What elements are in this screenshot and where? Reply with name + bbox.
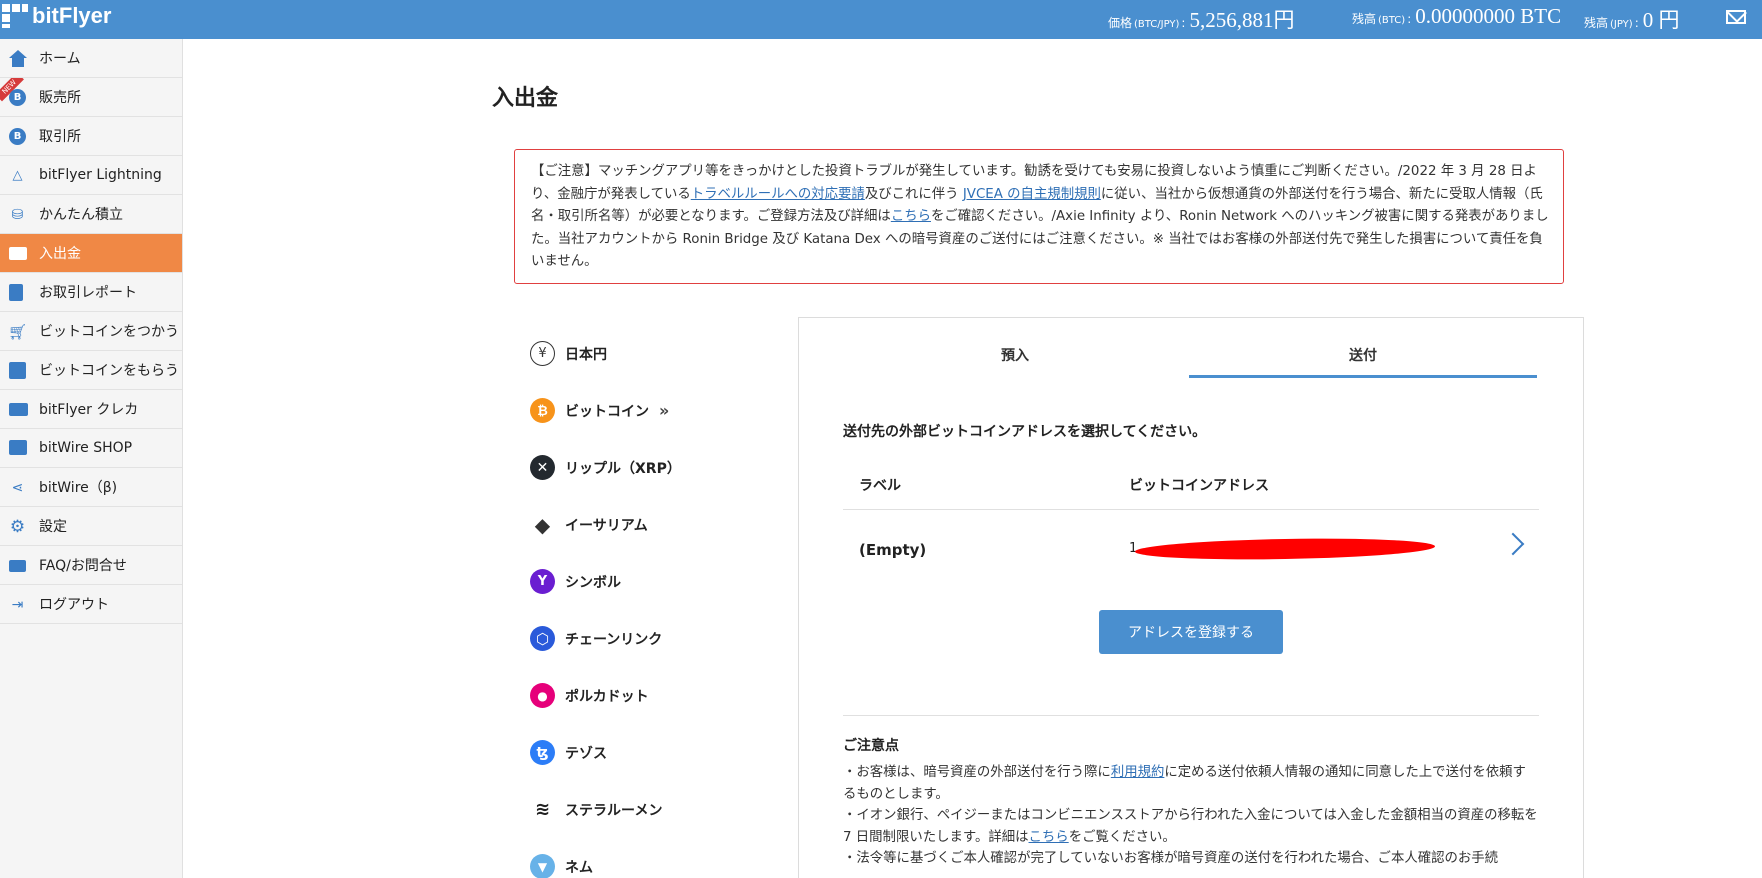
sidebar-item-bitwire[interactable]: ⋖ bitWire（β): [0, 468, 182, 507]
sidebar: ホーム NEW B 販売所 B 取引所 △ bitFlyer Lightning…: [0, 39, 183, 878]
currency-list: ¥ 日本円 ₿ ビットコイン » ✕ リップル（XRP） ◆ イーサリアム Y …: [530, 325, 770, 878]
polkadot-icon: ●: [530, 683, 555, 708]
sidebar-item-report[interactable]: お取引レポート: [0, 273, 182, 312]
lightning-icon: △: [12, 168, 23, 183]
currency-xrp[interactable]: ✕ リップル（XRP）: [530, 439, 770, 496]
tezos-icon: ꜩ: [530, 740, 555, 765]
terms-link[interactable]: 利用規約: [1111, 765, 1165, 780]
address-table-header: ラベル ビットコインアドレス: [843, 458, 1539, 510]
details-link[interactable]: こちら: [891, 209, 931, 224]
note-item: ・イオン銀行、ペイジーまたはコンビニエンスストアから行われた入金については入金し…: [843, 808, 1538, 845]
sidebar-item-lightning[interactable]: △ bitFlyer Lightning: [0, 156, 182, 195]
redaction-mark: [1134, 536, 1436, 562]
register-address-button[interactable]: アドレスを登録する: [1099, 610, 1283, 654]
share-icon: ⋖: [11, 479, 24, 496]
table-row[interactable]: (Empty) 1: [843, 510, 1539, 590]
price-value: 5,256,881円: [1189, 8, 1295, 32]
currency-dot[interactable]: ● ポルカドット: [530, 667, 770, 724]
sidebar-item-use-bitcoin[interactable]: 🛒︎ ビットコインをつかう: [0, 312, 182, 351]
note-item: ・お客様は、暗号資産の外部送付を行う際に利用規約に定める送付依頼人情報の通知に同…: [843, 765, 1526, 802]
gear-icon: ⚙: [9, 516, 26, 537]
chevron-double-right-icon: »: [659, 401, 669, 420]
notes-title: ご注意点: [843, 738, 899, 754]
currency-btc[interactable]: ₿ ビットコイン »: [530, 382, 770, 439]
tab-deposit[interactable]: 預入: [841, 332, 1189, 378]
row-label: (Empty): [859, 541, 927, 559]
sidebar-item-home[interactable]: ホーム: [0, 39, 182, 78]
currency-xem[interactable]: ▼ ネム: [530, 838, 770, 878]
bitcoin-icon: B: [9, 89, 26, 106]
card-icon: [9, 403, 28, 416]
page-title: 入出金: [492, 86, 559, 111]
sidebar-item-sales[interactable]: NEW B 販売所: [0, 78, 182, 117]
xrp-icon: ✕: [530, 455, 555, 480]
travel-rule-link[interactable]: トラベルルールへの対応要請: [691, 187, 865, 202]
mail-icon: [9, 560, 26, 572]
currency-xlm[interactable]: ≋ ステラルーメン: [530, 781, 770, 838]
chainlink-icon: ⬡: [530, 626, 555, 651]
sidebar-item-deposit-withdraw[interactable]: 入出金: [0, 234, 182, 273]
sidebar-item-get-bitcoin[interactable]: ビットコインをもらう: [0, 351, 182, 390]
yen-icon: ¥: [530, 341, 555, 366]
notice-box: 【ご注意】マッチングアプリ等をきっかけとした投資トラブルが発生しています。勧誘を…: [514, 149, 1564, 284]
stellar-icon: ≋: [530, 797, 555, 822]
sidebar-item-accumulate[interactable]: ⛁ かんたん積立: [0, 195, 182, 234]
price-display: 価格 (BTC/JPY) : 5,256,881円: [1108, 4, 1294, 34]
jvcea-rule-link[interactable]: JVCEA の自主規制規則: [963, 187, 1101, 202]
jpy-balance: 残高 (JPY) : 0 円: [1584, 4, 1679, 34]
notes-list: ・お客様は、暗号資産の外部送付を行う際に利用規約に定める送付依頼人情報の通知に同…: [843, 762, 1539, 870]
chevron-right-icon[interactable]: [1501, 532, 1525, 556]
wallet-icon: [9, 247, 27, 260]
currency-jpy[interactable]: ¥ 日本円: [530, 325, 770, 382]
shop-icon: [9, 440, 27, 455]
logo-icon: [2, 4, 28, 28]
sidebar-item-settings[interactable]: ⚙ 設定: [0, 507, 182, 546]
sidebar-item-faq[interactable]: FAQ/お問合せ: [0, 546, 182, 585]
brand-logo[interactable]: bitFlyer: [2, 3, 111, 29]
top-header: bitFlyer 価格 (BTC/JPY) : 5,256,881円 残高 (B…: [0, 0, 1762, 39]
symbol-icon: Y: [530, 569, 555, 594]
btc-balance: 残高 (BTC) : 0.00000000 BTC: [1352, 4, 1562, 28]
tab-bar: 預入 送付: [841, 332, 1537, 378]
gift-icon: [9, 362, 26, 379]
tab-send[interactable]: 送付: [1189, 332, 1537, 378]
currency-eth[interactable]: ◆ イーサリアム: [530, 496, 770, 553]
nem-icon: ▼: [530, 854, 555, 878]
details-link[interactable]: こちら: [1029, 830, 1069, 845]
column-address: ビットコインアドレス: [1129, 478, 1269, 494]
logout-icon: ⇥: [11, 596, 24, 613]
bitcoin-icon: B: [9, 128, 26, 145]
bitcoin-icon: ₿: [530, 398, 555, 423]
sidebar-item-bitwire-shop[interactable]: bitWire SHOP: [0, 429, 182, 468]
brand-name: bitFlyer: [32, 3, 112, 28]
coins-icon: ⛁: [11, 206, 24, 223]
currency-link[interactable]: ⬡ チェーンリンク: [530, 610, 770, 667]
row-address: 1: [1129, 541, 1138, 556]
sidebar-item-logout[interactable]: ⇥ ログアウト: [0, 585, 182, 624]
jpy-balance-value: 0 円: [1642, 8, 1680, 32]
instruction-text: 送付先の外部ビットコインアドレスを選択してください。: [843, 424, 1207, 440]
column-label: ラベル: [859, 478, 901, 494]
transfer-panel: 預入 送付 送付先の外部ビットコインアドレスを選択してください。 ラベル ビット…: [798, 317, 1584, 878]
report-icon: [9, 284, 23, 301]
cart-icon: 🛒︎: [7, 322, 28, 341]
currency-xtz[interactable]: ꜩ テゾス: [530, 724, 770, 781]
ethereum-icon: ◆: [530, 512, 555, 537]
mail-icon[interactable]: [1726, 10, 1746, 24]
note-item: ・法令等に基づくご本人確認が完了していないお客様が暗号資産の送付を行われた場合、…: [843, 851, 1499, 866]
divider: [843, 715, 1539, 716]
sidebar-item-credit-card[interactable]: bitFlyer クレカ: [0, 390, 182, 429]
currency-xym[interactable]: Y シンボル: [530, 553, 770, 610]
btc-balance-value: 0.00000000 BTC: [1415, 4, 1562, 28]
home-icon: [9, 50, 27, 67]
sidebar-item-exchange[interactable]: B 取引所: [0, 117, 182, 156]
